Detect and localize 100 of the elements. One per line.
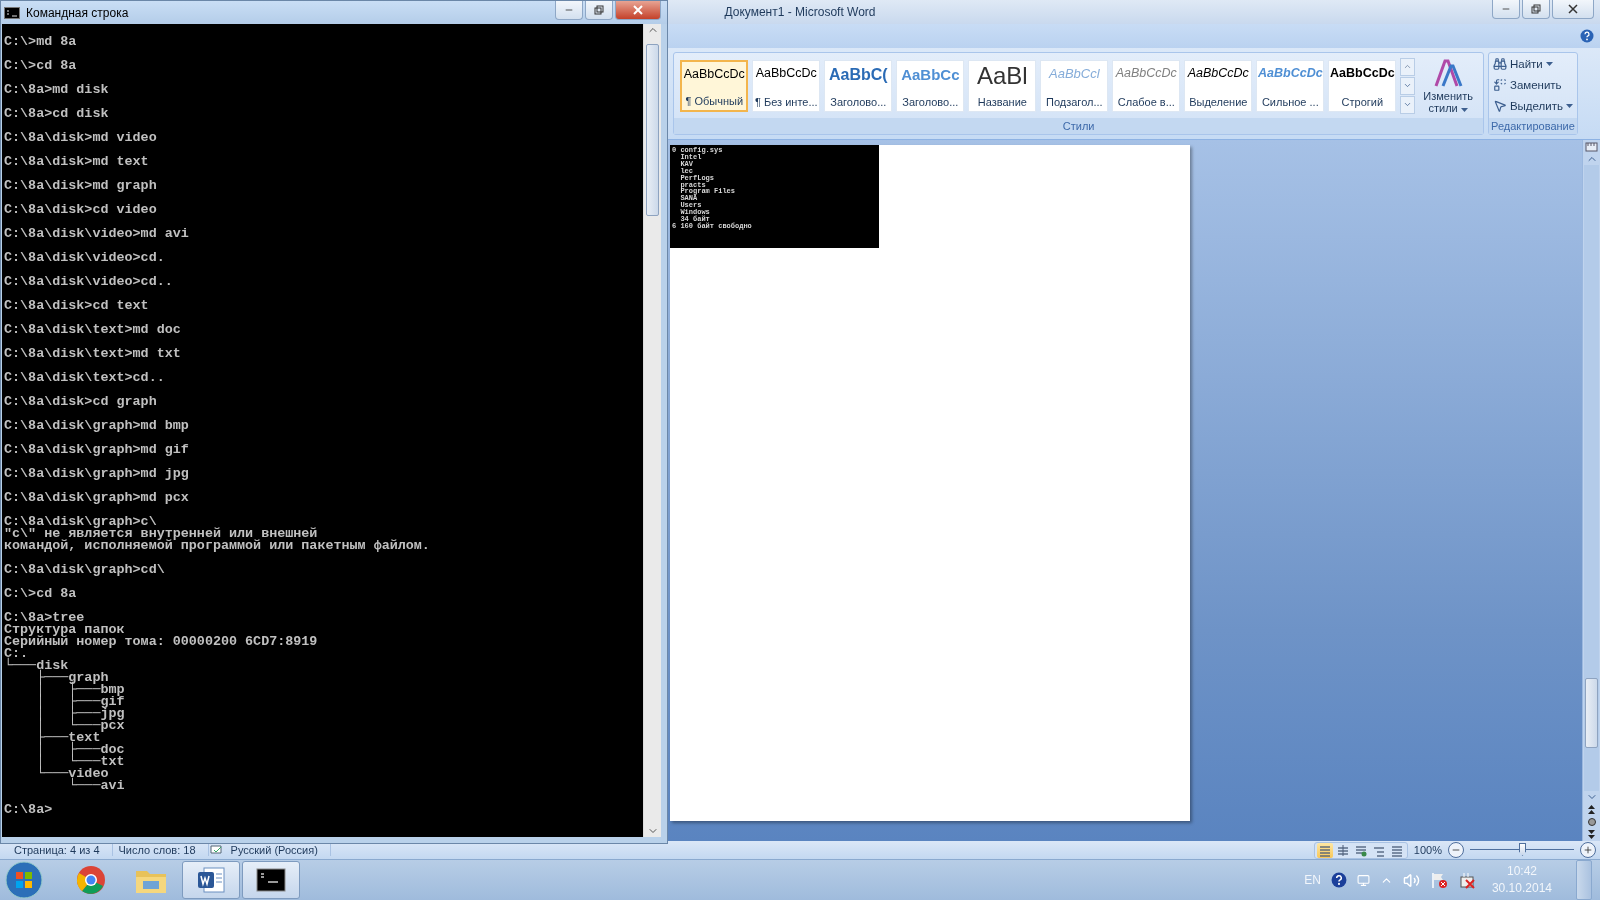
console-line: C:\8a\disk\text>cd.. [4, 372, 166, 384]
console-line: C:\8a\disk>md video [4, 132, 158, 144]
style-sample: AaBl [976, 65, 1028, 86]
console-line: C:\8a>md disk [4, 84, 110, 96]
style-label: Слабое в... [1117, 95, 1175, 108]
group-label: Редактирование [1488, 118, 1577, 134]
minimize-button[interactable] [1492, 0, 1520, 19]
style-sample: AaBbCcDc [1115, 65, 1177, 80]
close-button[interactable] [615, 1, 661, 20]
restore-button[interactable] [585, 1, 613, 20]
console-line: C:\8a\disk\graph>cd\ [4, 564, 166, 576]
ribbon-button[interactable]: Выделить [1492, 97, 1573, 115]
document-app-icon [196, 866, 226, 894]
start-button[interactable] [4, 860, 44, 900]
close-button[interactable] [1552, 0, 1594, 19]
vertical-scrollbar[interactable] [643, 24, 661, 837]
scrollbar-thumb[interactable] [1585, 678, 1598, 749]
ruler-icon[interactable] [1585, 140, 1598, 153]
console-line: C:\>cd 8a [4, 588, 78, 600]
style-label: Заголово... [830, 95, 887, 108]
plus-icon [1583, 845, 1593, 855]
style-item[interactable]: AaBbCc Заголово... [896, 59, 965, 112]
network-error-icon[interactable] [1457, 871, 1476, 889]
binoculars-icon [1492, 57, 1507, 71]
pointer-icon [1492, 99, 1507, 113]
console-line: C:\8a\disk>cd graph [4, 396, 158, 408]
console-line: C:\8a\disk>cd text [4, 300, 150, 312]
caret-icon [1545, 62, 1553, 66]
browser-icon [76, 865, 106, 895]
terminal-icon [4, 6, 20, 19]
console-line: C:\8a\disk\text>md doc [4, 324, 182, 336]
caret-icon [1460, 107, 1468, 112]
scrollbar-thumb[interactable] [646, 43, 659, 216]
style-label: Сильное ... [1261, 95, 1319, 108]
taskbar-app[interactable] [242, 861, 300, 899]
zoom-out-button[interactable] [1448, 842, 1464, 858]
style-sample: AaBbCc [901, 65, 960, 83]
console-line: C:\>md 8a [4, 36, 78, 48]
console-line: Серийный номер тома: 00000200 6CD7:8919 [4, 636, 319, 648]
style-item[interactable]: AaBbC( Заголово... [824, 59, 893, 112]
console-line: C:\8a\disk>md graph [4, 180, 158, 192]
zoom-level[interactable]: 100% [1413, 844, 1442, 856]
view-icon [1390, 843, 1403, 857]
console-line: C:\8a\disk>md text [4, 156, 150, 168]
console-line: C:\8a\disk\video>cd.. [4, 276, 174, 288]
view-button[interactable] [1316, 842, 1333, 858]
console-line: C:\>cd 8a [4, 60, 78, 72]
view-icon [1318, 843, 1331, 857]
console-line: C:\8a\disk\text>md txt [4, 348, 182, 360]
ribbon-button[interactable]: Найти [1492, 55, 1573, 73]
clock-date: 30.10.2014 [1491, 880, 1552, 897]
group-label: Стили [674, 118, 1483, 134]
minimize-button[interactable] [555, 1, 583, 20]
restore-button[interactable] [1522, 0, 1550, 19]
console-line: Структура папок [4, 624, 126, 636]
style-label: Название [977, 95, 1027, 108]
restore-icon [1531, 4, 1541, 14]
slider-thumb[interactable] [1519, 843, 1526, 856]
restore-icon [594, 5, 604, 15]
style-label: Выделение [1189, 95, 1248, 108]
vertical-scrollbar[interactable] [1582, 140, 1600, 841]
console-line: C:\8a\disk\video>cd. [4, 252, 166, 264]
flag-error-icon[interactable] [1429, 871, 1448, 889]
close-icon [633, 5, 643, 15]
style-item[interactable]: AaBbCcDc Строгий [1328, 59, 1397, 112]
taskbar-app[interactable] [182, 861, 240, 899]
window-title: Командная строка [26, 5, 129, 20]
window-icon[interactable] [1356, 873, 1370, 887]
ribbon-button[interactable]: Заменить [1492, 76, 1573, 94]
style-label: ¶ Без инте... [755, 95, 818, 108]
style-item[interactable]: AaBbCcl Подзагол... [1040, 59, 1109, 112]
zoom-in-button[interactable] [1580, 842, 1596, 858]
speaker-icon[interactable] [1402, 871, 1420, 889]
chevron-up-icon [1403, 62, 1413, 71]
style-item[interactable]: AaBbCcDc Слабое в... [1112, 59, 1181, 112]
help-icon[interactable] [1580, 29, 1594, 43]
console-line: C:\8a>tree [4, 612, 86, 624]
style-item[interactable]: AaBl Название [968, 59, 1037, 112]
style-item[interactable]: AaBbCcDc Сильное ... [1256, 59, 1325, 112]
window-title: Документ1 - Microsoft Word [724, 5, 876, 19]
style-sample: AaBbCcDc [1258, 65, 1323, 80]
style-item[interactable]: AaBbCcDc ¶ Обычный [680, 59, 749, 112]
style-sample: AaBbCcDc [1187, 65, 1249, 80]
style-item[interactable]: AaBbCcDc Выделение [1184, 59, 1253, 112]
console-line: командой, исполняемой программой или пакетным файлом. [4, 540, 431, 552]
proofing-icon[interactable] [208, 844, 225, 856]
console-line: C:\8a\disk\video>md avi [4, 228, 190, 240]
browse-object-icon[interactable] [1586, 815, 1597, 829]
help-icon[interactable] [1330, 872, 1347, 888]
style-item[interactable]: AaBbCcDc ¶ Без инте... [752, 59, 821, 112]
style-sample: AaBbCcDc [1330, 65, 1395, 80]
change-styles-button[interactable]: Изменить стили [1419, 57, 1477, 114]
next-page-icon[interactable] [1587, 829, 1596, 841]
console-line: C:\8a>cd disk [4, 108, 110, 120]
view-icon [1336, 843, 1349, 857]
clock-time: 10:42 [1506, 863, 1537, 880]
console-line: C:\8a\disk\graph>md pcx [4, 492, 190, 504]
console-line: C:\8a\disk\graph>c\ [4, 516, 157, 528]
previous-page-icon[interactable] [1587, 803, 1596, 815]
console-line: C:\8a\disk\graph>md jpg [4, 468, 190, 480]
